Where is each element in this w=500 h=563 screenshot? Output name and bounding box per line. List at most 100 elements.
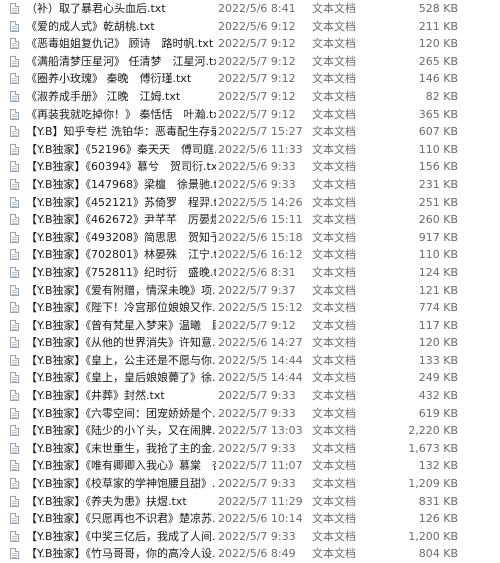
file-date: 2022/5/6 11:33 xyxy=(218,142,303,156)
text-file-icon xyxy=(10,249,19,261)
file-name: 【Y.B独家】《养夫为患》扶煜.txt xyxy=(26,494,187,508)
file-type: 文本文档 xyxy=(312,230,356,244)
file-row[interactable]: 【Y.B独家】《60394》慕兮 贺司衍.txt 2022/5/6 9:33 文本文… xyxy=(0,158,500,176)
file-size: 260 KB xyxy=(418,213,458,227)
file-type: 文本文档 xyxy=(312,72,356,86)
file-row[interactable]: 【Y.B独家】《702801》林晏殊 江宁.txt 2022/5/6 16:12 文… xyxy=(0,246,500,264)
file-list: （补）取了暴君心头血后.txt 2022/5/6 8:41 文本文档 528 KB 《爱… xyxy=(0,0,500,560)
file-row[interactable]: 【Y.B独家】《752811》纪时衍 盛晚.txt 2022/5/6 8:31 文本… xyxy=(0,264,500,282)
file-row[interactable]: 【Y.B独家】《52196》秦天天 傅司庭.txt 2022/5/6 11:33 文… xyxy=(0,141,500,159)
file-row[interactable]: 《圈养小玫瑰》 秦晚 傅衍瑾.txt 2022/5/7 9:12 文本文档 146 K… xyxy=(0,70,500,88)
file-name: 《再装我就吃掉你！》 秦恬恬 叶瀚.txt xyxy=(26,107,216,121)
text-file-icon xyxy=(10,90,19,102)
file-size: 251 KB xyxy=(418,195,458,209)
file-size: 82 KB xyxy=(425,89,458,103)
file-date: 2022/5/7 9:37 xyxy=(218,283,296,297)
file-row[interactable]: 【Y.B独家】《陆少的小丫头，又在闹脾... 2022/5/7 13:03 文本文档… xyxy=(0,422,500,440)
file-type: 文本文档 xyxy=(312,2,356,15)
file-row[interactable]: 【Y.B独家】《从他的世界消失》许知意... 2022/5/6 14:27 文本文档… xyxy=(0,334,500,352)
file-row[interactable]: 《再装我就吃掉你！》 秦恬恬 叶瀚.txt 2022/5/7 9:12 文本文档 36… xyxy=(0,106,500,124)
file-date: 2022/5/7 9:12 xyxy=(218,89,296,103)
file-row[interactable]: 【Y.B独家】《皇上，公主还是不愿与你... 2022/5/5 14:44 文本文档… xyxy=(0,352,500,370)
file-type: 文本文档 xyxy=(312,406,356,420)
file-size: 265 KB xyxy=(418,54,458,68)
text-file-icon xyxy=(10,548,19,560)
file-size: 432 KB xyxy=(418,389,458,403)
text-file-icon xyxy=(10,407,19,419)
file-row[interactable]: 【Y.B独家】《六零空间：团宠娇娇是个... 2022/5/7 9:33 文本文档 6… xyxy=(0,405,500,423)
file-date: 2022/5/6 14:27 xyxy=(218,336,303,350)
file-type: 文本文档 xyxy=(312,336,356,350)
text-file-icon xyxy=(10,214,19,226)
file-row[interactable]: 【Y.B】知乎专栏 洗铂华：恶毒配生存录.txt2022/5/7 15:27 文本… xyxy=(0,123,500,141)
file-size: 607 KB xyxy=(418,125,458,139)
file-row[interactable]: 【Y.B独家】《竹马哥哥，你的高冷人设... 2022/5/6 8:49 文本文档 8… xyxy=(0,545,500,563)
file-date: 2022/5/7 9:12 xyxy=(218,54,296,68)
file-row[interactable]: 《爱的成人式》乾胡桃.txt 2022/5/6 9:12 文本文档 211 KB xyxy=(0,18,500,36)
file-name: （补）取了暴君心头血后.txt xyxy=(26,2,166,15)
file-name: 【Y.B独家】《702801》林晏殊 江宁.txt xyxy=(26,248,216,262)
file-row[interactable]: 【Y.B独家】《462672》尹芊芊 厉晏煜.txt2022/5/6 15:11… xyxy=(0,211,500,229)
file-row[interactable]: 【Y.B独家】《只愿再也不识君》楚凉苏... 2022/5/6 10:14 文本文档… xyxy=(0,510,500,528)
file-row[interactable]: 【Y.B独家】《皇上，皇后娘娘薨了》徐... 2022/5/5 14:44 文本文档… xyxy=(0,369,500,387)
file-row[interactable]: 《淑养成手册》 江晚 江姆.txt 2022/5/7 9:12 文本文档 82 KB xyxy=(0,88,500,106)
file-row[interactable]: 【Y.B独家】《曾有梵星入梦来》温曦 顾... 2022/5/7 9:12 文本文档… xyxy=(0,317,500,335)
text-file-icon xyxy=(10,460,19,472)
file-name: 【Y.B独家】《井葬》封然.txt xyxy=(26,389,165,403)
file-row[interactable]: 【Y.B独家】《493208》简思思 贺知予.txt2022/5/6 15:18… xyxy=(0,229,500,247)
file-type: 文本文档 xyxy=(312,424,356,438)
file-date: 2022/5/5 15:12 xyxy=(218,301,303,315)
file-size: 917 KB xyxy=(418,230,458,244)
file-name: 【Y.B独家】《唯有卿卿入我心》慕棠 杏... xyxy=(26,459,216,473)
file-row[interactable]: 《恶毒姐姐复仇记》 顾诗 路时帆.txt 2022/5/7 9:12 文本文档 120… xyxy=(0,35,500,53)
file-type: 文本文档 xyxy=(312,371,356,385)
file-size: 211 KB xyxy=(418,19,458,33)
file-row[interactable]: 【Y.B独家】《中奖三亿后，我成了人间... 2022/5/7 9:33 文本文档 1… xyxy=(0,528,500,546)
file-name: 《恶毒姐姐复仇记》 顾诗 路时帆.txt xyxy=(26,37,214,51)
file-row[interactable]: 【Y.B独家】《爱有附赠，情深未晚》项... 2022/5/7 9:37 文本文档 1… xyxy=(0,282,500,300)
text-file-icon xyxy=(10,354,19,366)
file-type: 文本文档 xyxy=(312,318,356,332)
file-row[interactable]: 【Y.B独家】《147968》梁檀 徐景驰.txt 2022/5/6 9:33 文本… xyxy=(0,176,500,194)
file-row[interactable]: 《满船清梦压星河》 任清梦 江星河.txt 2022/5/7 9:12 文本文档 26… xyxy=(0,53,500,71)
file-size: 528 KB xyxy=(418,2,458,15)
file-date: 2022/5/7 9:12 xyxy=(218,37,296,51)
text-file-icon xyxy=(10,337,19,349)
file-row[interactable]: 【Y.B独家】《唯有卿卿入我心》慕棠 杏... 2022/5/7 11:07 文本文… xyxy=(0,457,500,475)
file-date: 2022/5/7 9:12 xyxy=(218,107,296,121)
file-date: 2022/5/6 15:18 xyxy=(218,230,303,244)
file-type: 文本文档 xyxy=(312,301,356,315)
text-file-icon xyxy=(10,530,19,542)
file-name: 【Y.B独家】《六零空间：团宠娇娇是个... xyxy=(26,406,216,420)
text-file-icon xyxy=(10,161,19,173)
file-row[interactable]: 【Y.B独家】《陛下！冷宫那位娘娘又作... 2022/5/5 15:12 文本文档… xyxy=(0,299,500,317)
file-row[interactable]: 【Y.B独家】《末世重生，我抢了主的金... 2022/5/7 9:33 文本文档 1… xyxy=(0,440,500,458)
file-row[interactable]: （补）取了暴君心头血后.txt 2022/5/6 8:41 文本文档 528 KB xyxy=(0,0,500,18)
file-date: 2022/5/7 9:33 xyxy=(218,389,296,403)
file-size: 249 KB xyxy=(418,371,458,385)
file-size: 774 KB xyxy=(418,301,458,315)
file-size: 146 KB xyxy=(418,72,458,86)
text-file-icon xyxy=(10,442,19,454)
file-size: 804 KB xyxy=(418,547,458,561)
file-row[interactable]: 【Y.B独家】《452121》苏倚罗 程羿.txt 2022/5/5 14:26 文… xyxy=(0,194,500,212)
text-file-icon xyxy=(10,55,19,67)
file-type: 文本文档 xyxy=(312,107,356,121)
file-row[interactable]: 【Y.B独家】《养夫为患》扶煜.txt 2022/5/7 11:29 文本文档 831… xyxy=(0,493,500,511)
file-type: 文本文档 xyxy=(312,547,356,561)
text-file-icon xyxy=(10,231,19,243)
file-date: 2022/5/7 13:03 xyxy=(218,424,303,438)
file-name: 【Y.B独家】《陆少的小丫头，又在闹脾... xyxy=(26,424,216,438)
file-size: 110 KB xyxy=(418,248,458,262)
text-file-icon xyxy=(10,390,19,402)
file-name: 【Y.B独家】《皇上，皇后娘娘薨了》徐... xyxy=(26,371,216,385)
file-type: 文本文档 xyxy=(312,19,356,33)
file-size: 120 KB xyxy=(418,336,458,350)
file-row[interactable]: 【Y.B独家】《校草家的学神饱腰且甜》... 2022/5/7 9:33 文本文档 1… xyxy=(0,475,500,493)
file-size: 120 KB xyxy=(418,37,458,51)
file-size: 133 KB xyxy=(418,353,458,367)
file-row[interactable]: 【Y.B独家】《井葬》封然.txt 2022/5/7 9:33 文本文档 432 KB xyxy=(0,387,500,405)
file-name: 《淑养成手册》 江晚 江姆.txt xyxy=(26,89,181,103)
text-file-icon xyxy=(10,372,19,384)
file-date: 2022/5/7 9:12 xyxy=(218,72,296,86)
